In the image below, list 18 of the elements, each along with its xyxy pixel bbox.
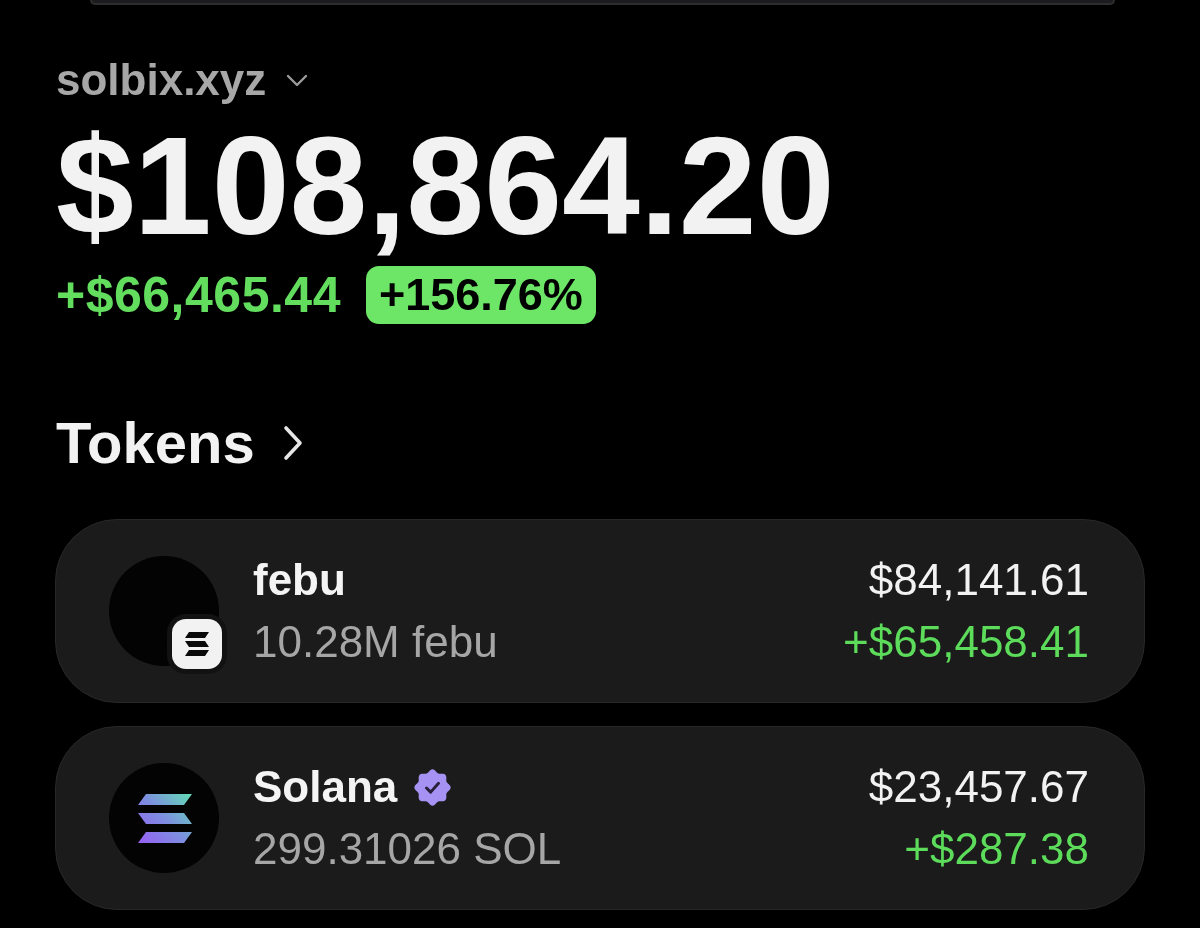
token-value: $84,141.61 xyxy=(868,554,1089,606)
token-amount: 10.28M febu xyxy=(253,616,498,668)
chevron-right-icon xyxy=(282,425,303,461)
balance-amount: $108,864.20 xyxy=(56,116,835,256)
tokens-link[interactable]: Tokens xyxy=(56,408,303,478)
change-amount: +$66,465.44 xyxy=(56,266,341,324)
token-card[interactable]: Solana 299.31026 SOL $23,457.67 +$287.38 xyxy=(55,726,1145,910)
token-amount: 299.31026 SOL xyxy=(253,823,562,875)
token-value: $23,457.67 xyxy=(868,761,1089,813)
token-logo-icon xyxy=(109,763,219,873)
token-change: +$65,458.41 xyxy=(843,616,1089,668)
percent-change-badge: +156.76% xyxy=(365,266,596,324)
token-name: Solana xyxy=(253,761,398,813)
token-change: +$287.38 xyxy=(904,823,1089,875)
chevron-down-icon xyxy=(286,73,309,87)
account-selector[interactable]: solbix.xyz xyxy=(56,55,309,105)
token-name: febu xyxy=(253,554,346,606)
token-card[interactable]: febu 10.28M febu $84,141.61 +$65,458.41 xyxy=(55,519,1145,703)
